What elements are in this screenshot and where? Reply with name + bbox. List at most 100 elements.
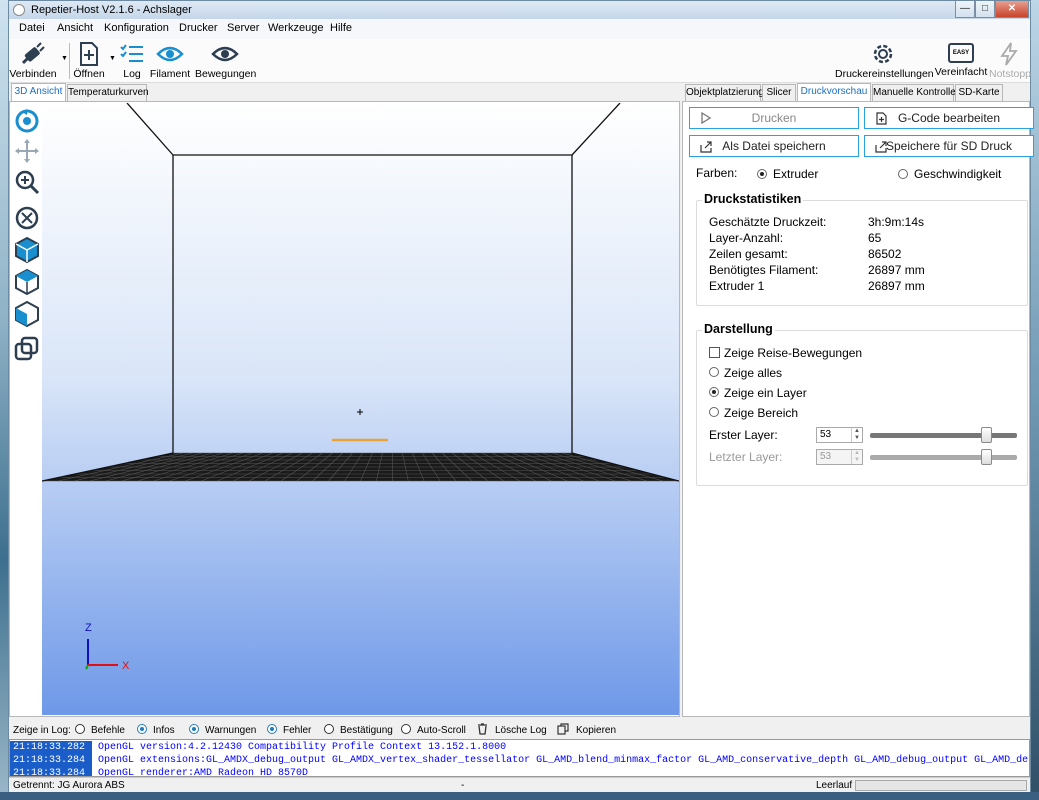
printer-settings-button[interactable]: Druckereinstellungen <box>835 39 934 83</box>
copy-log-label: Kopieren <box>576 725 617 736</box>
filament-button[interactable]: Filament <box>149 39 191 83</box>
moves-button[interactable]: Bewegungen <box>195 39 257 83</box>
moves-label: Bewegungen <box>195 68 257 80</box>
print-bed-grid <box>42 452 679 482</box>
plug-icon <box>21 42 45 65</box>
last-layer-input[interactable]: 53 ▲ ▼ <box>816 449 863 465</box>
log-filter-errors-toggle[interactable] <box>267 724 277 734</box>
menu-configuration[interactable]: Konfiguration <box>104 22 169 34</box>
close-button[interactable]: ✕ <box>995 1 1029 18</box>
log-filter-infos-toggle[interactable] <box>137 724 147 734</box>
print-volume-frame <box>42 103 679 482</box>
3d-viewport[interactable]: Z X <box>42 103 679 715</box>
color-extruder-radio[interactable] <box>757 169 767 179</box>
log-filter-commands-label: Befehle <box>91 725 125 736</box>
color-speed-radio[interactable] <box>898 169 908 179</box>
colors-label: Farben: <box>696 166 738 180</box>
tab-3d-view[interactable]: 3D Ansicht <box>11 83 66 103</box>
first-layer-label: Erster Layer: <box>709 428 778 442</box>
add-file-icon <box>80 42 98 66</box>
tab-sd-card[interactable]: SD-Karte <box>955 84 1003 102</box>
open-dropdown-icon[interactable]: ▼ <box>109 55 116 62</box>
show-one-layer-radio[interactable] <box>709 387 719 397</box>
tab-print-preview[interactable]: Druckvorschau <box>797 83 871 103</box>
last-layer-slider-thumb[interactable] <box>980 449 992 465</box>
menu-view[interactable]: Ansicht <box>57 22 93 34</box>
tab-object-placement[interactable]: Objektplatzierung <box>685 84 764 102</box>
left-tabstrip: 3D Ansicht Temperaturkurven <box>11 83 211 103</box>
show-travel-checkbox[interactable] <box>709 347 720 358</box>
tab-temperature-curves[interactable]: Temperaturkurven <box>67 84 149 102</box>
show-range-label: Zeige Bereich <box>724 406 799 420</box>
cube-side-view-icon[interactable] <box>14 300 40 328</box>
menu-printer[interactable]: Drucker <box>179 22 218 34</box>
clear-log-label: Lösche Log <box>495 725 547 736</box>
clear-log-button[interactable]: Lösche Log <box>477 722 547 737</box>
cube-top-view-icon[interactable] <box>14 268 40 296</box>
log-filter-autoscroll-label: Auto-Scroll <box>417 725 466 736</box>
menu-tools[interactable]: Werkzeuge <box>268 22 323 34</box>
log-output[interactable]: 21:18:33.282 OpenGL version:4.2.12430 Co… <box>9 739 1030 777</box>
tab-manual-control[interactable]: Manuelle Kontrolle <box>872 84 956 102</box>
emergency-stop-button[interactable]: Notstopp <box>989 39 1031 83</box>
connect-button[interactable]: Verbinden <box>9 39 57 83</box>
stat-label: Geschätzte Druckzeit: <box>709 215 827 229</box>
log-message: OpenGL renderer:AMD Radeon HD 8570D <box>98 768 309 777</box>
display-title: Darstellung <box>702 322 775 336</box>
menu-bar: Datei Ansicht Konfiguration Drucker Serv… <box>9 19 1030 39</box>
axis-gizmo <box>85 639 118 670</box>
show-one-layer-label: Zeige ein Layer <box>724 386 807 400</box>
log-button[interactable]: Log <box>117 39 147 83</box>
parallel-projection-icon[interactable] <box>14 336 40 362</box>
menu-help[interactable]: Hilfe <box>330 22 352 34</box>
toolbar: Verbinden ▼ Öffnen ▼ Log Filament Bewegu… <box>9 39 1031 83</box>
stat-label: Zeilen gesamt: <box>709 247 788 261</box>
menu-server[interactable]: Server <box>227 22 259 34</box>
open-button[interactable]: Öffnen <box>71 39 107 83</box>
last-layer-spinner[interactable]: ▲ ▼ <box>851 450 862 464</box>
log-filter-warnings-toggle[interactable] <box>189 724 199 734</box>
log-timestamp: 21:18:33.284 <box>10 767 92 776</box>
print-volume-scene <box>42 103 679 670</box>
stat-value: 65 <box>868 231 882 245</box>
save-as-file-button[interactable]: Als Datei speichern <box>689 135 859 157</box>
menu-file[interactable]: Datei <box>19 22 45 34</box>
first-layer-spinner[interactable]: ▲ ▼ <box>851 428 862 442</box>
last-layer-slider-track <box>870 455 1017 460</box>
log-filter-confirmations-toggle[interactable] <box>324 724 334 734</box>
filament-label: Filament <box>149 68 191 80</box>
app-icon <box>13 4 25 16</box>
log-filter-autoscroll-toggle[interactable] <box>401 724 411 734</box>
show-all-radio[interactable] <box>709 367 719 377</box>
first-layer-input[interactable]: 53 ▲ ▼ <box>816 427 863 443</box>
desktop-background-left <box>0 0 8 800</box>
toolbar-separator <box>69 43 70 79</box>
easy-mode-label: Vereinfacht <box>934 66 988 78</box>
tab-slicer[interactable]: Slicer <box>762 84 796 102</box>
save-for-sd-button[interactable]: Speichere für SD Druck <box>864 135 1034 157</box>
move-view-icon[interactable] <box>14 138 40 164</box>
connect-dropdown-icon[interactable]: ▼ <box>61 55 68 62</box>
status-separator-text: - <box>461 780 465 791</box>
print-button[interactable]: Drucken <box>689 107 859 129</box>
log-filter-infos-label: Infos <box>153 725 175 736</box>
easy-mode-button[interactable]: EASY Vereinfacht <box>933 39 989 83</box>
copy-log-button[interactable]: Kopieren <box>557 722 617 737</box>
first-layer-slider-thumb[interactable] <box>980 427 992 443</box>
window-title: Repetier-Host V2.1.6 - Achslager <box>31 4 192 16</box>
edit-gcode-button[interactable]: G-Code bearbeiten <box>864 107 1034 129</box>
rotate-view-icon[interactable] <box>14 108 40 134</box>
minimize-button[interactable]: — <box>955 1 975 18</box>
cube-front-view-icon[interactable] <box>14 236 40 264</box>
show-range-radio[interactable] <box>709 407 719 417</box>
app-window: Repetier-Host V2.1.6 - Achslager — □ ✕ D… <box>8 0 1034 793</box>
color-extruder-label: Extruder <box>773 167 819 181</box>
maximize-button[interactable]: □ <box>975 1 995 18</box>
stat-label: Layer-Anzahl: <box>709 231 784 245</box>
log-filter-commands-toggle[interactable] <box>75 724 85 734</box>
fit-view-icon[interactable] <box>14 205 40 231</box>
zoom-icon[interactable] <box>14 169 40 195</box>
play-icon <box>701 112 712 124</box>
view-toolbar <box>11 102 42 714</box>
log-line: 21:18:33.282 OpenGL version:4.2.12430 Co… <box>10 741 1029 754</box>
